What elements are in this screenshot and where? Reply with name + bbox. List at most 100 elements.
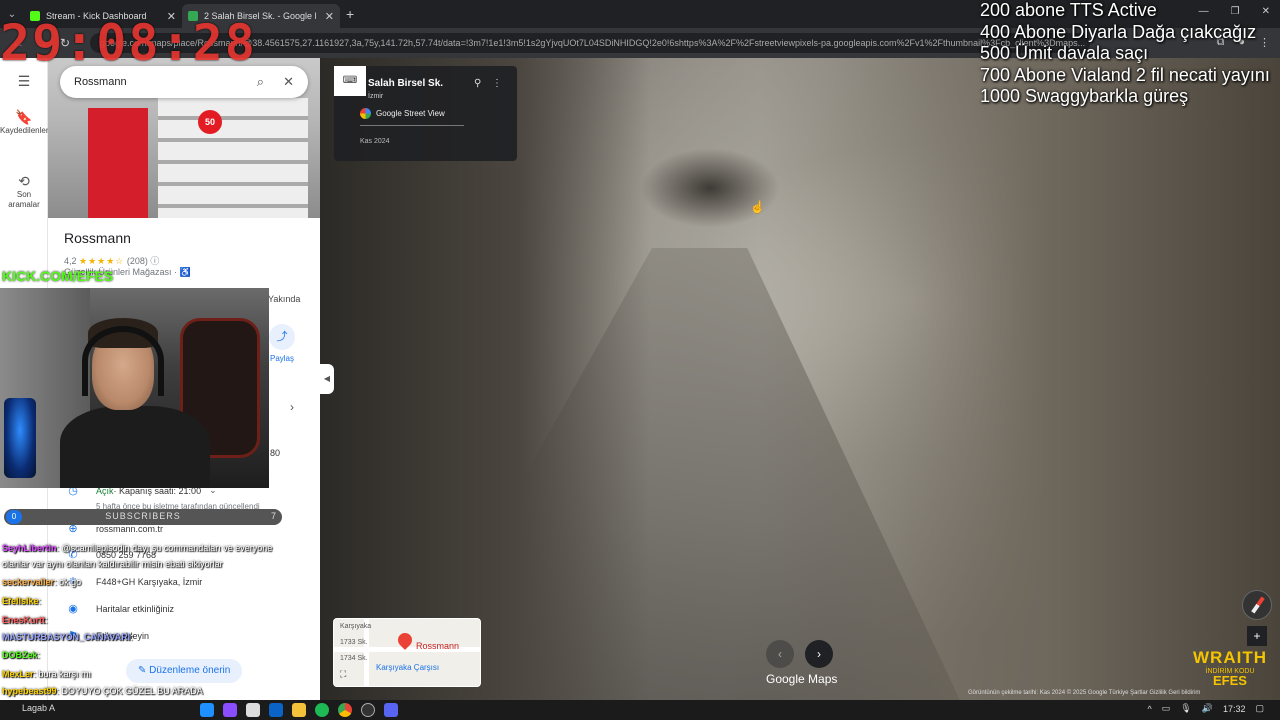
stars-icon: ★★★★☆ — [79, 256, 125, 266]
chat-message: MASTURBASYON_CANAVARI: — [2, 632, 133, 642]
chat-text: : @scamliepisodin dayı şu commandaları v… — [56, 543, 273, 553]
obs-icon[interactable] — [361, 703, 375, 717]
chat-text: : DOYUYO ÇOK GÜZEL BU ARADA — [56, 686, 203, 696]
rail-label: Son aramalar — [8, 190, 40, 209]
activity-icon: ◉ — [68, 603, 78, 615]
back-to-map-button[interactable]: ⌨ — [334, 66, 366, 96]
info-icon[interactable]: ⓘ — [150, 256, 159, 266]
storefront-door — [88, 108, 148, 218]
chat-message: hypebeast99: DOYUYO ÇOK GÜZEL BU ARADA — [2, 686, 203, 696]
desktop: ⌄ Stream - Kick Dashboard ✕ 2 Salah Birs… — [0, 0, 1280, 720]
sub-goal-item: 700 Abone Vialand 2 fil necati yayını — [980, 64, 1270, 85]
activity-label[interactable]: Haritalar etkinliğiniz — [96, 604, 174, 614]
store-icon[interactable] — [246, 703, 260, 717]
zoom-in-button[interactable]: + — [1247, 626, 1267, 646]
street-crowd — [640, 148, 780, 228]
hand-cursor-icon: ☝ — [750, 200, 765, 214]
street-view-info-card: ⌨ Salah Birsel Sk. İzmir ⚲ ⋮ Google Stre… — [334, 66, 517, 161]
explorer-icon[interactable] — [292, 703, 306, 717]
street-right-wall — [760, 58, 1280, 700]
history-icon: ⟲ — [18, 173, 30, 189]
rail-menu[interactable]: ☰ — [0, 74, 48, 90]
sub-goal-item: 200 abone TTS Active — [980, 0, 1157, 20]
chat-username: EnesKurtt — [2, 615, 46, 625]
minimap-street-label: 1733 Sk. — [340, 639, 368, 646]
badge-label: Google Street View — [376, 109, 445, 118]
chrome-icon[interactable] — [338, 703, 352, 717]
suggest-edit-button[interactable]: ✎ Düzenleme önerin — [126, 659, 243, 683]
subscriber-goal-bar: 0 SUBSCRIBERS 7 — [4, 509, 282, 525]
chat-text: : — [45, 615, 48, 625]
google-maps-brand: Google Maps — [766, 672, 838, 686]
sub-goal-item: 1000 Swaggybarkla güreş — [980, 86, 1189, 106]
sponsor-overlay: WRAITH İNDİRİM KODU EFES — [1188, 648, 1272, 687]
chat-message: olanlar var aynı olanları kaldırabilir m… — [2, 559, 223, 569]
rail-recent[interactable]: ⟲ Son aramalar — [0, 173, 48, 210]
chat-message: MexLer: bura karşı mı — [2, 669, 91, 679]
chat-username: Efellsike — [2, 596, 39, 606]
plus-code[interactable]: F448+GH Karşıyaka, İzmir — [96, 577, 202, 587]
taskbar-start-label[interactable]: Lagab A — [22, 703, 55, 713]
chevron-right-icon[interactable]: › — [290, 400, 294, 414]
chat-text: : — [130, 632, 133, 642]
capture-date[interactable]: Kas 2024 — [360, 138, 390, 145]
copilot-icon[interactable] — [223, 703, 237, 717]
spotify-icon[interactable] — [315, 703, 329, 717]
chat-username: DOBZek — [2, 650, 38, 660]
sponsor-code: EFES — [1213, 673, 1247, 688]
rail-saved[interactable]: 🔖 Kaydedilenler — [0, 109, 49, 136]
mic-tray-icon[interactable]: 🎙 — [1180, 703, 1191, 714]
close-icon[interactable]: ✕ — [283, 66, 294, 98]
webcam-overlay — [0, 288, 269, 488]
rating-value: 4,2 — [64, 256, 77, 266]
previous-image-button[interactable]: ‹ — [766, 640, 794, 668]
nearby-tab[interactable]: Yakında — [268, 294, 300, 304]
pencil-icon: ✎ — [138, 665, 150, 676]
review-count[interactable]: (208) — [127, 256, 148, 266]
outlook-icon[interactable] — [269, 703, 283, 717]
notification-icon[interactable]: ▢ — [1255, 703, 1264, 714]
sub-goals-list: 200 abone TTS Active 400 Abone Diyarla D… — [980, 0, 1270, 108]
edge-icon[interactable] — [200, 703, 214, 717]
minimap-poi-label: Karşıyaka Çarşısı — [376, 663, 440, 672]
bookmark-icon: 🔖 — [15, 109, 33, 125]
collapse-panel-button[interactable]: ◀ — [320, 364, 334, 394]
location-pin-icon[interactable]: ⚲ — [474, 78, 481, 89]
place-rating[interactable]: 4,2 ★★★★☆ (208) ⓘ — [64, 254, 159, 267]
pluscode-row[interactable]: ⁜ F448+GH Karşıyaka, İzmir — [64, 575, 202, 588]
expand-icon[interactable]: ⛶ — [340, 669, 346, 680]
activity-row[interactable]: ◉ Haritalar etkinliğiniz — [64, 602, 174, 615]
sub-goal-item: 500 Ümit davala saçı — [980, 43, 1149, 63]
share-button[interactable]: ⤴ Paylaş — [264, 324, 300, 363]
kick-channel-url: KICK.COM/EFES — [2, 268, 114, 284]
chat-text: olanlar var aynı olanları kaldırabilir m… — [2, 559, 223, 569]
microphone-icon — [4, 398, 36, 478]
street-name: Salah Birsel Sk. — [368, 78, 444, 89]
compass-icon[interactable] — [1242, 590, 1272, 620]
chat-username: seckervaller — [2, 577, 55, 587]
webcam-streamer-body — [60, 406, 210, 488]
subscriber-goal: 7 — [270, 511, 276, 521]
search-icon[interactable]: ⌕ — [257, 66, 264, 98]
minimap[interactable]: Karşıyaka 1733 Sk. 1734 Sk. Rossmann Kar… — [333, 618, 481, 687]
chat-message: Efellsike: — [2, 596, 41, 606]
more-options-icon[interactable]: ⋮ — [492, 78, 502, 89]
tray-chevron-icon[interactable]: ^ — [1148, 704, 1152, 714]
share-label: Paylaş — [269, 354, 294, 363]
chat-text: : ok go — [54, 577, 82, 587]
volume-icon[interactable]: 🔊 — [1202, 703, 1213, 714]
chat-text: : — [37, 650, 41, 660]
network-icon[interactable]: ▭ — [1162, 703, 1171, 714]
rail-label: Kaydedilenler — [0, 126, 49, 135]
close-icon[interactable]: ✕ — [325, 10, 334, 23]
website-link[interactable]: rossmann.com.tr — [96, 524, 163, 534]
next-image-button[interactable]: › — [805, 640, 833, 668]
discord-icon[interactable] — [384, 703, 398, 717]
minimap-place-label: Rossmann — [416, 641, 460, 651]
system-tray: ^ ▭ 🎙 🔊 17:32 ▢ — [1148, 703, 1264, 714]
chat-message: EnesKurtt: — [2, 615, 48, 625]
new-tab-icon[interactable]: + — [346, 6, 354, 22]
subscriber-label: SUBSCRIBERS — [105, 511, 181, 521]
taskbar-clock[interactable]: 17:32 — [1223, 704, 1246, 714]
minimap-street-label: Karşıyaka — [340, 623, 372, 630]
